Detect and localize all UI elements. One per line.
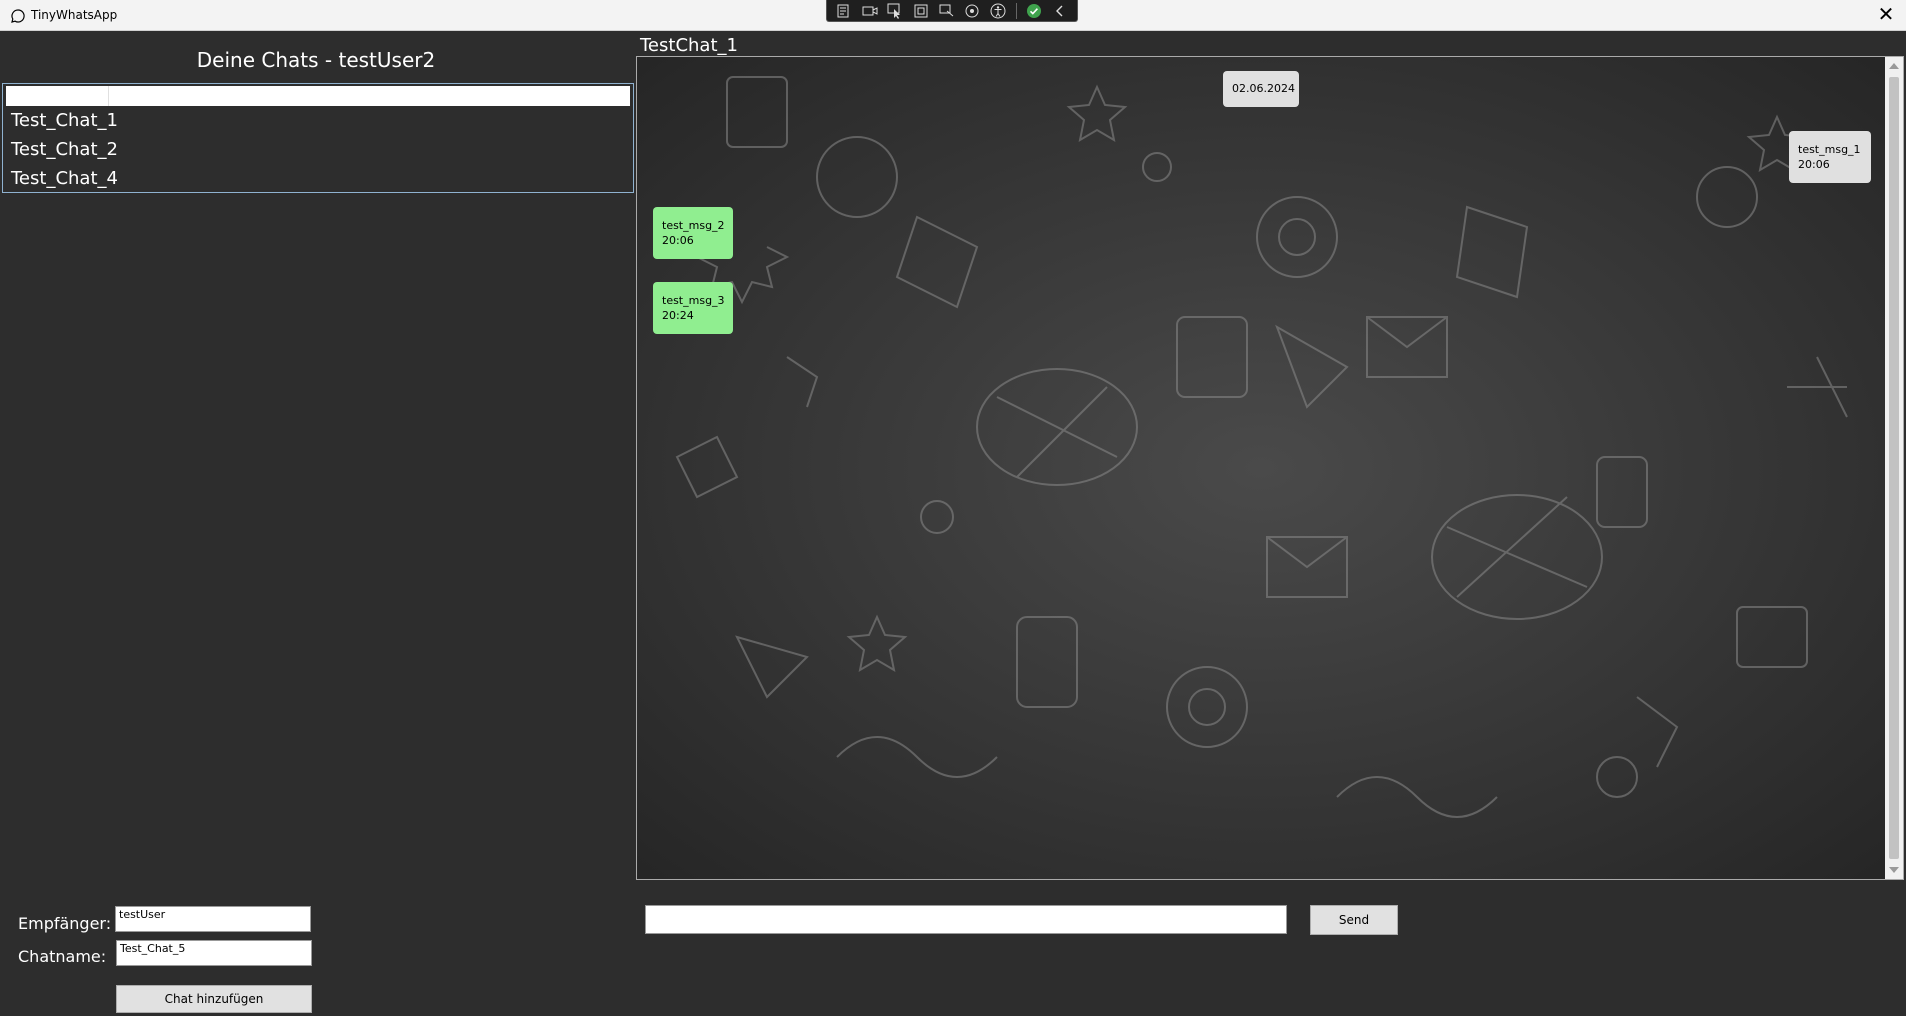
- date-separator: 02.06.2024: [1223, 71, 1299, 107]
- track-focus-icon[interactable]: [964, 3, 980, 19]
- send-button[interactable]: Send: [1310, 905, 1398, 935]
- chats-heading: Deine Chats - testUser2: [196, 48, 436, 72]
- message-time: 20:24: [662, 309, 694, 322]
- message-bubble-outgoing: test_msg_1 20:06: [1789, 131, 1871, 183]
- message-text: test_msg_2: [662, 219, 725, 232]
- chat-list-item[interactable]: Test_Chat_4: [11, 168, 118, 189]
- message-text: test_msg_1: [1798, 143, 1861, 156]
- chat-messages-area[interactable]: 02.06.2024 test_msg_1 20:06 test_msg_2 2…: [636, 56, 1904, 880]
- chatname-label: Chatname:: [18, 947, 107, 966]
- add-chat-button[interactable]: Chat hinzufügen: [116, 985, 312, 1013]
- check-icon[interactable]: [1026, 3, 1042, 19]
- layout-adorner-icon[interactable]: [913, 3, 929, 19]
- chat-bubble-icon: [11, 9, 25, 23]
- window-title: TinyWhatsApp: [31, 8, 118, 22]
- chat-title: TestChat_1: [640, 35, 738, 56]
- recipient-label: Empfänger:: [18, 914, 112, 933]
- message-text: test_msg_3: [662, 294, 725, 307]
- recipient-field[interactable]: testUser: [115, 906, 311, 932]
- message-time: 20:06: [662, 234, 694, 247]
- video-icon[interactable]: [862, 3, 878, 19]
- select-element-icon[interactable]: [887, 3, 903, 19]
- chatname-field[interactable]: Test_Chat_5: [116, 940, 312, 966]
- close-window-button[interactable]: ✕: [1874, 3, 1898, 27]
- chat-search-input[interactable]: [6, 86, 630, 106]
- scroll-down-arrow-icon[interactable]: [1889, 867, 1899, 873]
- search-divider: [108, 86, 109, 106]
- vertical-scrollbar[interactable]: [1885, 57, 1903, 879]
- debug-toolbar: [826, 0, 1078, 22]
- chat-list-item[interactable]: Test_Chat_2: [11, 139, 118, 160]
- live-tree-icon[interactable]: [836, 3, 852, 19]
- message-input[interactable]: [645, 905, 1287, 934]
- message-bubble-incoming: test_msg_2 20:06: [653, 207, 733, 259]
- scroll-up-arrow-icon[interactable]: [1889, 63, 1899, 69]
- toolbar-separator: [1015, 2, 1017, 19]
- accessibility-icon[interactable]: [990, 3, 1006, 19]
- scrollbar-thumb[interactable]: [1889, 77, 1899, 859]
- chevron-left-icon[interactable]: [1052, 3, 1068, 19]
- hot-reload-icon[interactable]: [939, 3, 955, 19]
- chat-list-item[interactable]: Test_Chat_1: [11, 110, 118, 131]
- message-bubble-incoming: test_msg_3 20:24: [653, 282, 733, 334]
- chat-wallpaper: [637, 57, 1885, 879]
- chat-list[interactable]: Test_Chat_1 Test_Chat_2 Test_Chat_4: [2, 83, 634, 193]
- message-time: 20:06: [1798, 158, 1830, 171]
